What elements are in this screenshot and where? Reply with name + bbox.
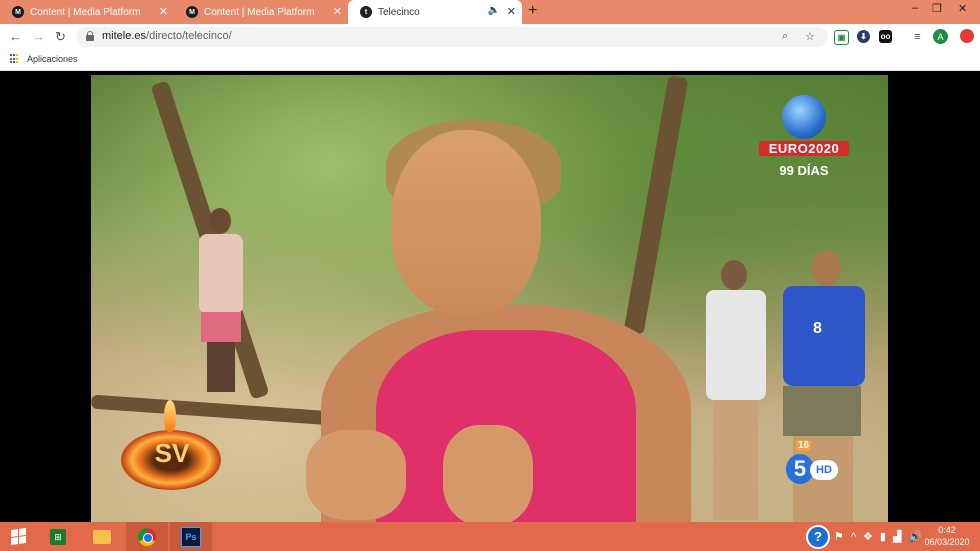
clock[interactable]: 0:42 06/03/2020: [917, 524, 977, 548]
system-tray: ⚑ ^ ❖ ▮ ▟ 🔊: [834, 522, 922, 551]
url-text[interactable]: mitele.es/directo/telecinco/: [102, 30, 232, 42]
background-person: [191, 208, 251, 398]
show-hidden-icons-icon[interactable]: ^: [851, 531, 856, 543]
media-platform-favicon-icon: M: [186, 6, 198, 18]
face: [391, 130, 541, 315]
background-person: [691, 260, 776, 522]
reload-icon[interactable]: ↻: [55, 29, 66, 45]
tab-telecinco[interactable]: t Telecinco 🔈 ✕: [348, 0, 522, 24]
back-arrow-icon[interactable]: ←: [9, 29, 22, 44]
url-path: /directo/telecinco/: [146, 30, 232, 42]
forward-arrow-icon[interactable]: →: [32, 29, 45, 44]
age-rating-badge: 16: [796, 440, 812, 451]
photoshop-icon[interactable]: Ps: [170, 522, 212, 551]
lock-icon: [86, 31, 94, 41]
tab-title: Telecinco: [378, 6, 420, 18]
media-platform-favicon-icon: M: [12, 6, 24, 18]
restore-button[interactable]: ❐: [932, 2, 942, 15]
hd-badge: HD: [810, 460, 838, 480]
flame-icon: [164, 400, 176, 432]
bookmarks-bar: Aplicaciones: [0, 50, 980, 71]
help-icon[interactable]: ?: [806, 522, 830, 551]
tab-title: Content | Media Platform: [204, 6, 315, 18]
euro-ball-icon: [782, 95, 826, 139]
apps-grid-icon[interactable]: [10, 54, 20, 64]
close-window-button[interactable]: ✕: [958, 2, 967, 15]
photoshop-label: Ps: [181, 526, 201, 547]
telecinco-favicon-icon: t: [360, 6, 372, 18]
chrome-icon[interactable]: [126, 522, 168, 551]
channel-logo: 16 5 HD: [786, 440, 846, 490]
taskbar: ⊞ Ps ? ⚑ ^ ❖ ▮ ▟ 🔊 0:42 06/03/2020: [0, 522, 980, 551]
dropbox-icon[interactable]: ❖: [863, 530, 873, 543]
people-icon[interactable]: ⚑: [834, 530, 844, 543]
tree-trunk: [623, 75, 689, 335]
clock-date: 06/03/2020: [924, 537, 970, 547]
close-tab-icon[interactable]: ✕: [159, 5, 168, 18]
profile-avatar[interactable]: A: [933, 29, 948, 44]
store-icon[interactable]: ⊞: [44, 522, 72, 551]
tab-content-media-platform-2[interactable]: M Content | Media Platform ✕: [174, 0, 348, 24]
url-host: mitele.es: [102, 30, 147, 42]
menu-icon[interactable]: [960, 29, 974, 43]
network-icon[interactable]: ▟: [893, 530, 901, 543]
extension-green-icon[interactable]: ▣: [834, 30, 849, 45]
close-tab-icon[interactable]: ✕: [507, 5, 516, 18]
hand: [443, 425, 533, 522]
address-bar[interactable]: mitele.es/directo/telecinco/ ⌕ ☆: [76, 27, 828, 47]
battery-icon[interactable]: ▮: [880, 530, 886, 543]
euro-countdown: 99 DÍAS: [779, 163, 829, 178]
close-tab-icon[interactable]: ✕: [333, 5, 342, 18]
tab-title: Content | Media Platform: [30, 6, 141, 18]
euro-logo: EURO2020: [759, 141, 849, 156]
new-tab-button[interactable]: +: [528, 2, 537, 20]
hand: [306, 430, 406, 520]
minimize-button[interactable]: –: [912, 2, 918, 14]
video-player[interactable]: 8 EURO2020 99 DÍAS SV 16 5 HD: [91, 75, 888, 522]
help-glyph: ?: [806, 524, 830, 549]
show-logo-text: SV: [154, 438, 190, 468]
store-glyph: ⊞: [50, 528, 66, 545]
zoom-search-icon[interactable]: ⌕: [782, 30, 788, 43]
bookmark-aplicaciones[interactable]: Aplicaciones: [27, 54, 78, 64]
euro2020-overlay: EURO2020 99 DÍAS: [759, 95, 849, 185]
clock-time: 0:42: [938, 525, 956, 535]
show-logo: SV: [117, 400, 227, 490]
audio-playing-icon[interactable]: 🔈: [488, 5, 500, 16]
tab-strip: M Content | Media Platform ✕ M Content |…: [0, 0, 980, 24]
tab-content-media-platform-1[interactable]: M Content | Media Platform ✕: [0, 0, 174, 24]
file-explorer-icon[interactable]: [88, 522, 116, 551]
extension-shield-icon[interactable]: ⬇: [857, 30, 870, 43]
jersey-number: 8: [813, 320, 822, 337]
extension-glasses-icon[interactable]: oo: [879, 30, 892, 43]
browser-toolbar: ← → ↻ mitele.es/directo/telecinco/ ⌕ ☆: [0, 24, 980, 50]
media-icon[interactable]: ≡: [911, 30, 924, 43]
windows-start-icon[interactable]: [0, 522, 36, 551]
bookmark-star-icon[interactable]: ☆: [805, 30, 815, 43]
